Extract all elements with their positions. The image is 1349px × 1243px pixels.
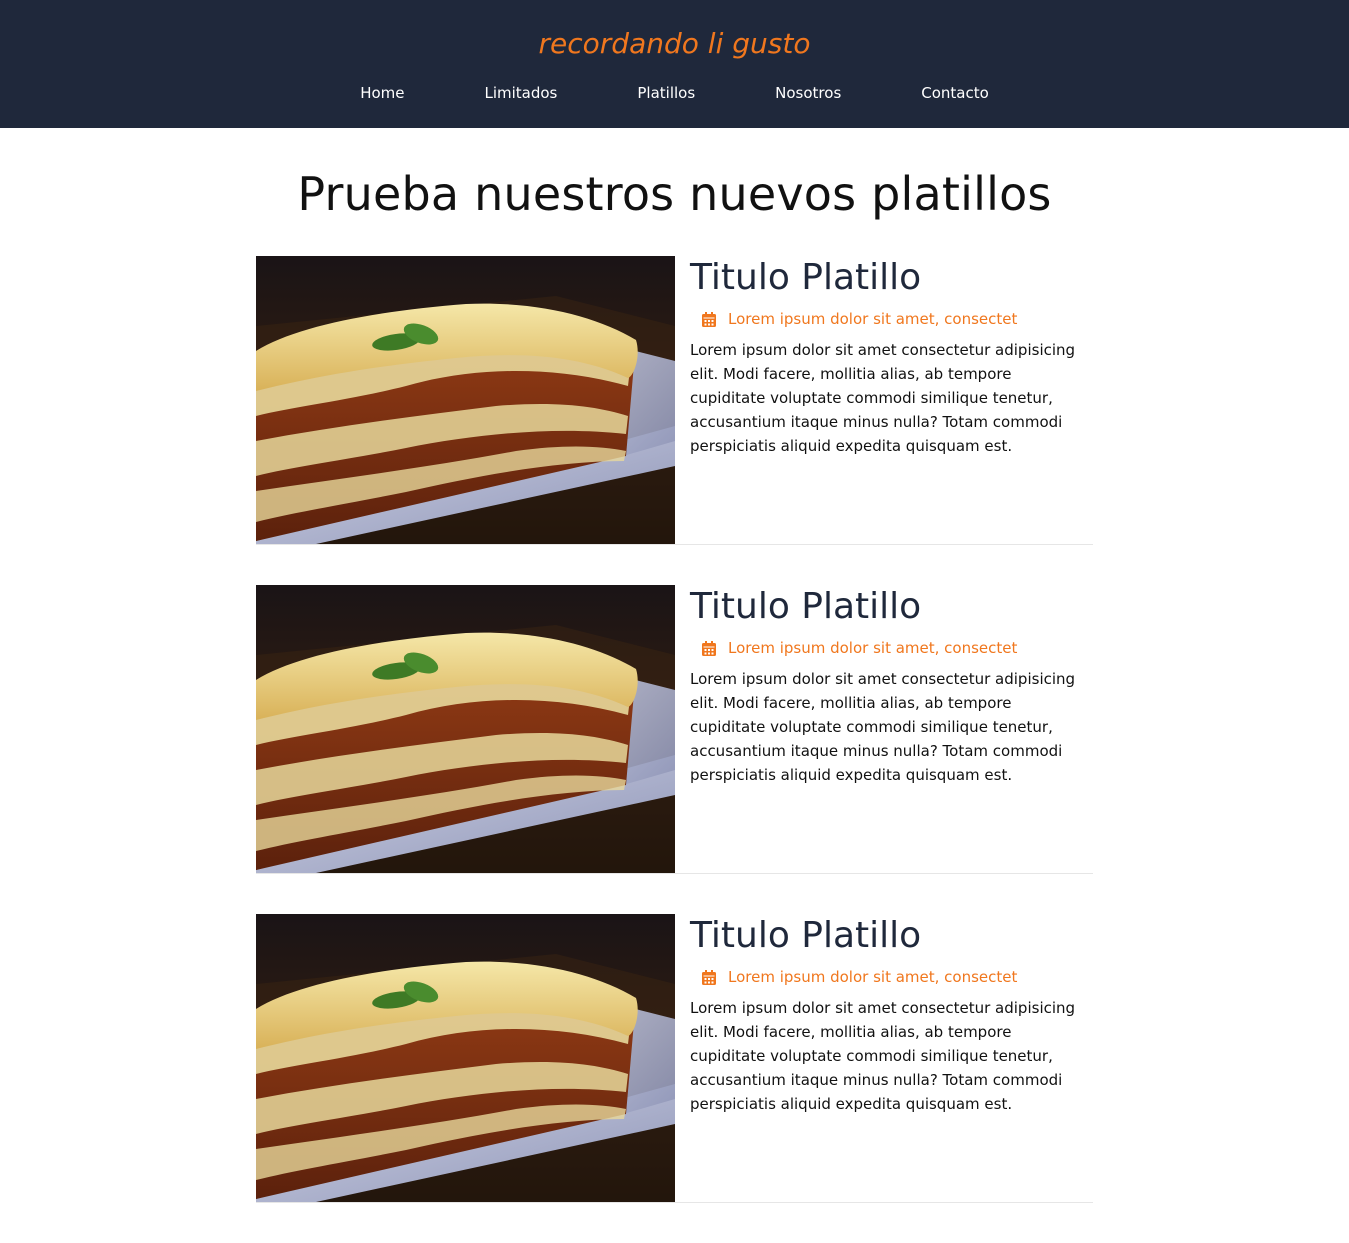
dish-title: Titulo Platillo bbox=[690, 586, 922, 627]
nav-link-contacto[interactable]: Contacto bbox=[921, 82, 989, 104]
dish-card: Titulo Platillo Lorem ipsum dolor sit am… bbox=[256, 585, 1093, 874]
dish-card-body: Titulo Platillo Lorem ipsum dolor sit am… bbox=[690, 914, 1080, 1116]
nav-link-platillos[interactable]: Platillos bbox=[637, 82, 695, 104]
dish-meta: Lorem ipsum dolor sit amet, consectet bbox=[702, 637, 1080, 659]
calendar-icon bbox=[702, 640, 716, 656]
dish-image bbox=[256, 585, 675, 873]
dish-description: Lorem ipsum dolor sit amet consectetur a… bbox=[690, 670, 1076, 784]
dish-meta-text: Lorem ipsum dolor sit amet, consectet bbox=[728, 639, 1018, 657]
calendar-icon bbox=[702, 311, 716, 327]
dish-card-body: Titulo Platillo Lorem ipsum dolor sit am… bbox=[690, 256, 1080, 458]
main-nav: Home Limitados Platillos Nosotros Contac… bbox=[0, 82, 1349, 104]
dish-image bbox=[256, 256, 675, 544]
brand-logo-text[interactable]: recordando li gusto bbox=[0, 26, 1349, 62]
dish-meta: Lorem ipsum dolor sit amet, consectet bbox=[702, 966, 1080, 988]
site-header: recordando li gusto Home Limitados Plati… bbox=[0, 0, 1349, 128]
dish-meta-text: Lorem ipsum dolor sit amet, consectet bbox=[728, 310, 1018, 328]
calendar-icon bbox=[702, 969, 716, 985]
dish-image bbox=[256, 914, 675, 1202]
dish-card: Titulo Platillo Lorem ipsum dolor sit am… bbox=[256, 914, 1093, 1203]
dish-title: Titulo Platillo bbox=[690, 915, 922, 956]
nav-link-limitados[interactable]: Limitados bbox=[484, 82, 557, 104]
dish-meta: Lorem ipsum dolor sit amet, consectet bbox=[702, 308, 1080, 330]
nav-link-home[interactable]: Home bbox=[360, 82, 404, 104]
dish-card-body: Titulo Platillo Lorem ipsum dolor sit am… bbox=[690, 585, 1080, 787]
dish-title: Titulo Platillo bbox=[690, 257, 922, 298]
nav-link-nosotros[interactable]: Nosotros bbox=[775, 82, 841, 104]
dish-description: Lorem ipsum dolor sit amet consectetur a… bbox=[690, 999, 1076, 1113]
page-title: Prueba nuestros nuevos platillos bbox=[297, 167, 1052, 221]
dish-card: Titulo Platillo Lorem ipsum dolor sit am… bbox=[256, 256, 1093, 545]
dish-meta-text: Lorem ipsum dolor sit amet, consectet bbox=[728, 968, 1018, 986]
dish-description: Lorem ipsum dolor sit amet consectetur a… bbox=[690, 341, 1076, 455]
